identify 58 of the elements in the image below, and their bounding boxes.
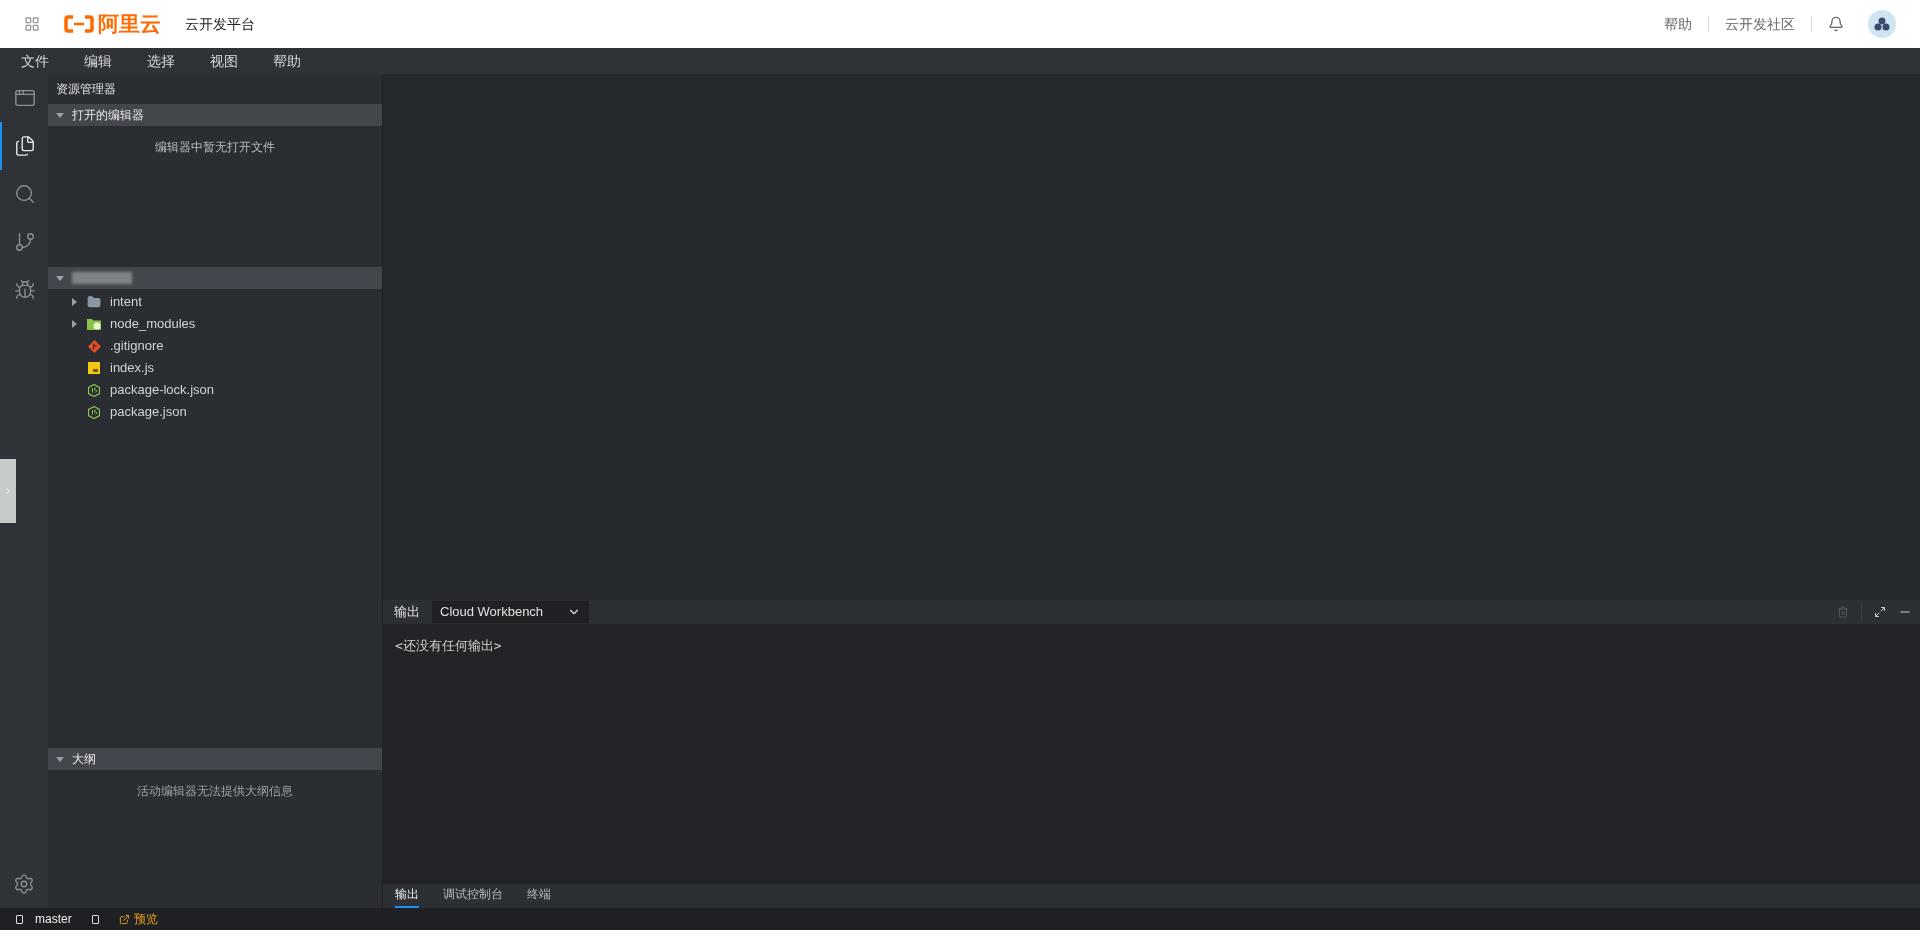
file-name: package.json: [110, 403, 187, 422]
caret-icon[interactable]: [56, 112, 64, 118]
preview-link[interactable]: 预览: [133, 910, 158, 928]
channel-dropdown[interactable]: Cloud Workbench: [432, 601, 590, 623]
menu-item[interactable]: 编辑: [76, 50, 120, 72]
menu-item[interactable]: 视图: [202, 50, 246, 72]
file-tree-item[interactable]: .gitignore: [48, 335, 382, 357]
empty-message: 编辑器中暂无打开文件: [154, 139, 276, 156]
caret-icon[interactable]: [72, 320, 77, 328]
file-name: .gitignore: [110, 337, 164, 356]
window-icon: [14, 87, 36, 109]
folder-icon: [87, 318, 101, 330]
chevron-right-icon: [3, 486, 13, 496]
search-icon: [14, 183, 36, 205]
menu-item[interactable]: 选择: [139, 50, 183, 72]
caret-icon[interactable]: [72, 298, 77, 306]
git-icon: [87, 339, 101, 353]
file-name: index.js: [110, 359, 155, 378]
apps-grid-icon[interactable]: [24, 16, 40, 32]
header-link[interactable]: 帮助: [1664, 13, 1692, 35]
avatar[interactable]: [1868, 10, 1896, 38]
bracket-logo-icon: [64, 15, 94, 33]
panel-tab[interactable]: 终端: [527, 885, 551, 908]
expand-icon[interactable]: [1874, 606, 1886, 618]
section-header[interactable]: 大纲: [48, 748, 382, 770]
bell-icon[interactable]: [1828, 16, 1844, 32]
file-tree-item[interactable]: package-lock.json: [48, 379, 382, 401]
file-name: intent: [110, 293, 142, 312]
branch-name[interactable]: master: [35, 910, 72, 928]
hexagon-icon: [88, 405, 100, 419]
empty-message: 活动编辑器无法提供大纲信息: [136, 783, 294, 800]
output-text: <还没有任何输出>: [395, 637, 503, 655]
files-icon: [14, 135, 36, 157]
external-link-icon[interactable]: [118, 913, 130, 925]
panel-title: 输出: [394, 603, 420, 622]
file-name: package-lock.json: [110, 381, 215, 400]
panel-tab[interactable]: 调试控制台: [443, 885, 503, 908]
bug-icon: [14, 279, 36, 301]
product-name: 云开发平台: [185, 14, 255, 34]
caret-icon[interactable]: [56, 275, 64, 281]
blurred-name: [72, 272, 132, 284]
settings-icon[interactable]: [13, 873, 35, 895]
file-tree-item[interactable]: intent: [48, 291, 382, 313]
file-tree-item[interactable]: index.js: [48, 357, 382, 379]
folder-icon: [87, 295, 101, 309]
js-icon: [88, 362, 100, 374]
menu-item[interactable]: 帮助: [265, 50, 309, 72]
logo-text: 阿里云: [98, 11, 161, 38]
header-link[interactable]: 云开发社区: [1725, 13, 1795, 35]
section-header[interactable]: [48, 267, 382, 289]
file-tree-item[interactable]: node_modules: [48, 313, 382, 335]
hexagon-icon: [88, 383, 100, 397]
file-name: node_modules: [110, 315, 196, 334]
caret-icon[interactable]: [56, 756, 64, 762]
file-tree-item[interactable]: package.json: [48, 401, 382, 423]
explorer-title: 资源管理器: [56, 81, 116, 98]
menu-item[interactable]: 文件: [13, 50, 57, 72]
section-header[interactable]: 打开的编辑器: [48, 104, 382, 126]
